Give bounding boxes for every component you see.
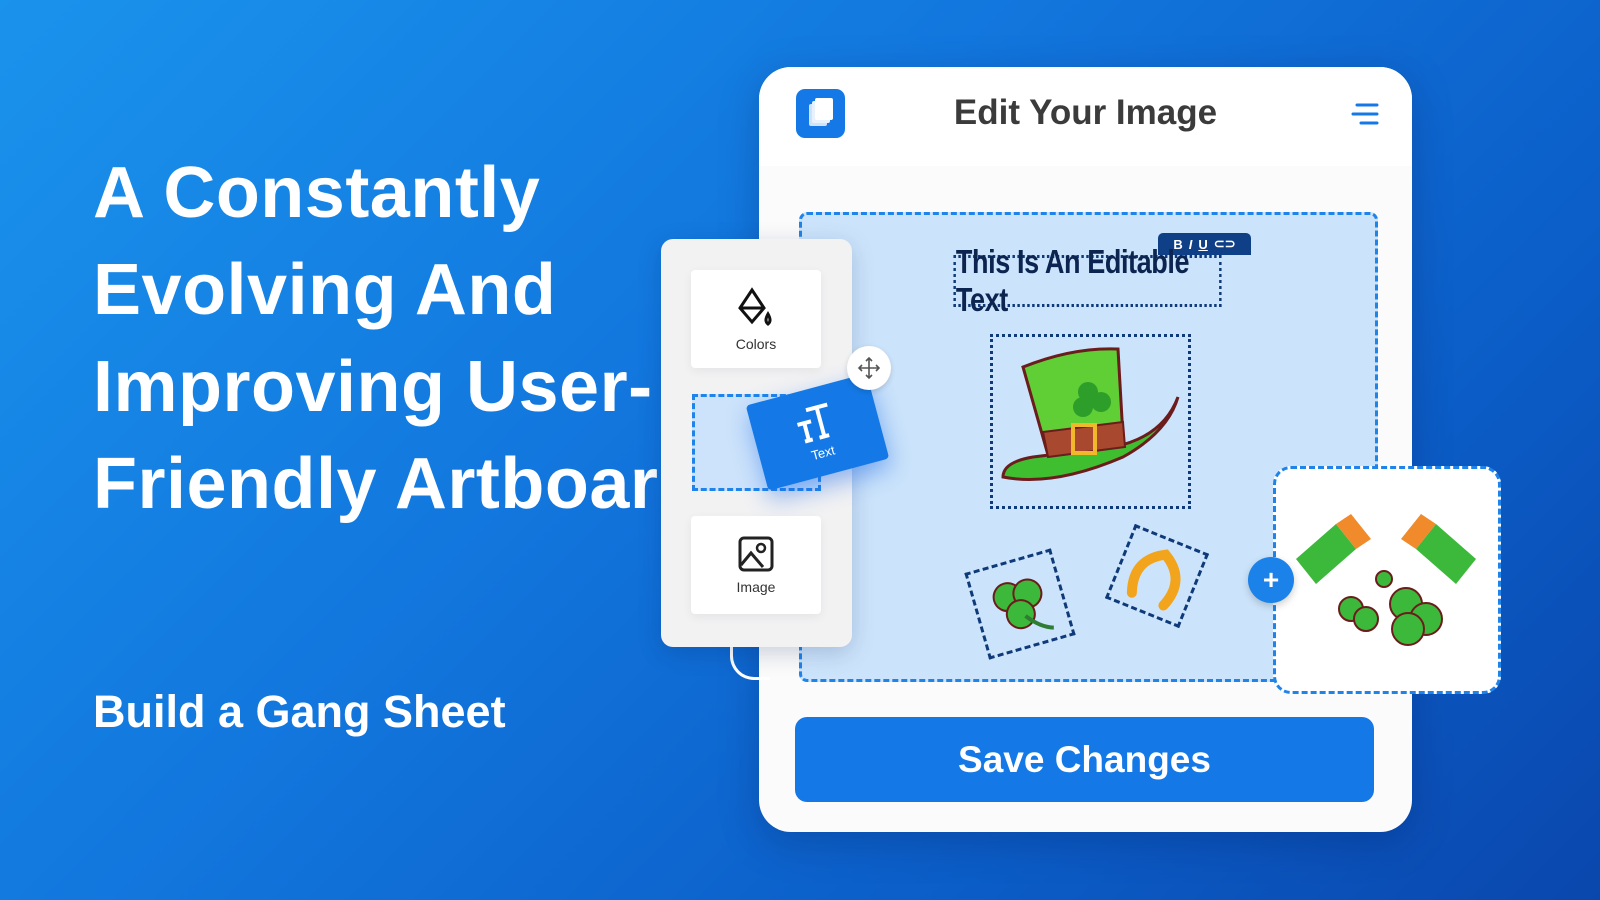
leprechaun-hat-icon: [1001, 347, 1180, 481]
flags-shamrock-sticker[interactable]: [1273, 466, 1501, 694]
paint-bucket-icon: [738, 287, 772, 326]
headline: A Constantly Evolving And Improving User…: [93, 153, 703, 524]
shamrock-icon: [992, 578, 1054, 630]
tool-label: Image: [736, 579, 776, 595]
editable-text[interactable]: This Is An Editable Text: [953, 243, 1222, 318]
editor-header: Edit Your Image: [759, 67, 1412, 166]
tool-image[interactable]: Image: [691, 516, 821, 614]
text-size-icon: [796, 402, 830, 444]
move-icon[interactable]: [847, 346, 891, 390]
editor-title: Edit Your Image: [953, 93, 1218, 132]
save-changes-button[interactable]: Save Changes: [795, 717, 1374, 802]
irish-flags-icon: [1296, 514, 1476, 646]
add-button[interactable]: +: [1248, 557, 1294, 603]
tool-label: Text: [809, 441, 837, 463]
image-icon: [738, 536, 774, 572]
menu-icon[interactable]: [1351, 102, 1379, 126]
subtitle: Build a Gang Sheet: [93, 686, 506, 737]
hat-sticker[interactable]: [990, 334, 1191, 509]
tool-colors[interactable]: Colors: [691, 270, 821, 368]
tool-label: Colors: [735, 336, 777, 352]
